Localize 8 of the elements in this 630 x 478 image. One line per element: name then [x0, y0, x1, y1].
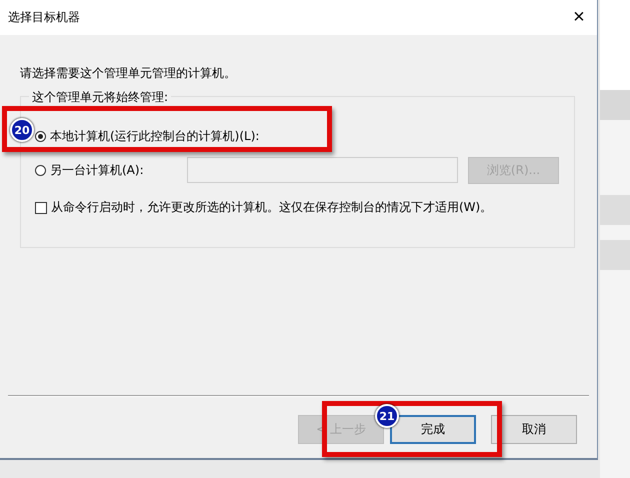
dialog-button[interactable]: 取消 — [491, 415, 577, 444]
checkbox-option[interactable]: 从命令行启动时，允许更改所选的计算机。这仅在保存控制台的情况下才适用(W)。 — [35, 199, 560, 216]
instruction-text: 请选择需要这个管理单元管理的计算机。 — [20, 65, 237, 82]
close-button[interactable]: × — [561, 2, 597, 32]
group-legend: 这个管理单元将始终管理: — [29, 89, 172, 106]
radio-option[interactable]: 另一台计算机(A): — [35, 162, 187, 178]
radio-option[interactable]: 本地计算机(运行此控制台的计算机)(L): — [35, 128, 260, 144]
window-title: 选择目标机器 — [8, 9, 80, 26]
